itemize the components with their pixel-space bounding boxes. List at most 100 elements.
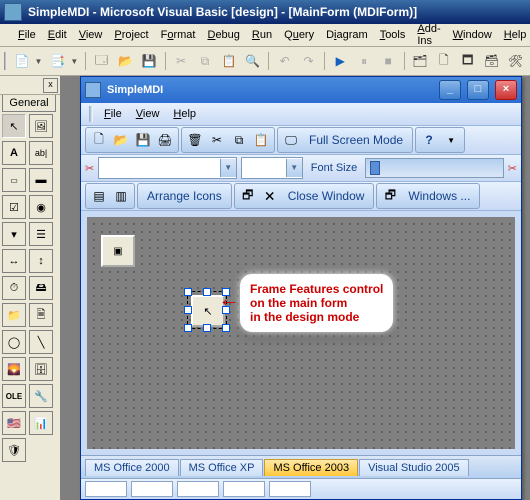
toolbox-button[interactable]: 🛠 [505,49,526,73]
start-button[interactable]: ▶ [330,49,351,73]
menu-editor-button[interactable]: 🗔 [91,49,112,73]
custom-tool-2[interactable]: 🇺🇸 [2,411,26,435]
save-button[interactable]: 💾 [139,49,160,73]
end-button[interactable]: ■ [378,49,399,73]
dropdown-icon[interactable]: ▼ [70,57,78,66]
toolbox-general-tab[interactable]: General [2,95,56,112]
commandbutton-tool[interactable]: ▬ [29,168,53,192]
tab-office2003[interactable]: MS Office 2003 [264,459,358,476]
timer-tool[interactable]: ⏱ [2,276,26,300]
menu-format[interactable]: Format [155,27,202,43]
copy-button[interactable]: ⧉ [195,49,216,73]
resize-handle-s[interactable] [203,324,211,332]
listbox-tool[interactable]: ☰ [29,222,53,246]
break-button[interactable]: ⏸ [354,49,375,73]
find-button[interactable]: 🔍 [242,49,263,73]
menu-tools[interactable]: Tools [374,27,412,43]
minimize-button[interactable]: _ [439,80,461,100]
child-menu-view[interactable]: View [129,106,167,122]
slider-thumb[interactable] [370,161,380,175]
label-tool[interactable]: A [2,141,26,165]
menu-debug[interactable]: Debug [201,27,245,43]
tab-vs2005[interactable]: Visual Studio 2005 [359,459,469,476]
menu-project[interactable]: Project [108,27,154,43]
textbox-tool[interactable]: ab| [29,141,53,165]
custom-tool-4[interactable]: 🛡 [2,438,26,462]
optionbutton-tool[interactable]: ◉ [29,195,53,219]
cut-button-2[interactable]: ✂ [85,162,94,175]
print-button[interactable]: 🖨 [155,130,175,150]
pointer-tool[interactable]: ↖ [2,114,26,138]
menu-query[interactable]: Query [278,27,320,43]
menu-addins[interactable]: Add-Ins [411,21,446,49]
shape-tool[interactable]: ◯ [2,330,26,354]
picturebox-tool[interactable]: 🖼 [29,114,53,138]
dropdown-icon[interactable]: ▼ [286,159,302,177]
menu-window[interactable]: Window [447,27,498,43]
ole-tool[interactable]: OLE [2,384,26,408]
placed-control-1[interactable]: ▣ [101,235,135,267]
resize-handle-sw[interactable] [184,324,192,332]
menu-view[interactable]: View [73,27,109,43]
add-item-button[interactable]: 📑 [47,49,68,73]
child-menu-help[interactable]: Help [166,106,203,122]
dropdown-icon[interactable]: ▼ [220,159,236,177]
windows-button[interactable]: Windows ... [402,186,476,206]
filelistbox-tool[interactable]: 🗎 [29,303,53,327]
custom-tool-1[interactable]: 🔧 [29,384,53,408]
open-button[interactable]: 📂 [111,130,131,150]
grip-icon[interactable] [89,106,93,122]
maximize-button[interactable]: □ [467,80,489,100]
resize-handle-nw[interactable] [184,288,192,296]
close-doc-button[interactable]: 🗑 [185,130,205,150]
custom-tool-3[interactable]: 📊 [29,411,53,435]
checkbox-tool[interactable]: ☑ [2,195,26,219]
dropdown-icon[interactable]: ▼ [34,57,42,66]
project-explorer-button[interactable]: 🗂 [409,49,430,73]
properties-button[interactable]: 🗋 [433,49,454,73]
paste-button[interactable]: 📋 [218,49,239,73]
open-button[interactable]: 📂 [115,49,136,73]
arrange-icons-button[interactable]: Arrange Icons [141,186,228,206]
tile-h-button[interactable]: ▤ [89,186,109,206]
resize-handle-se[interactable] [222,324,230,332]
frame-tool[interactable]: ▭ [2,168,26,192]
object-browser-button[interactable]: 🗃 [481,49,502,73]
fullscreen-button[interactable]: Full Screen Mode [303,130,409,150]
child-menu-file[interactable]: File [97,106,129,122]
undo-button[interactable]: ↶ [274,49,295,73]
close-button[interactable]: × [495,80,517,100]
tab-office2000[interactable]: MS Office 2000 [85,459,179,476]
toolbox-close-button[interactable]: x [43,78,58,93]
menu-file[interactable]: File [12,27,42,43]
font-size-combo[interactable]: ▼ [241,157,303,179]
help-button[interactable]: ? [419,130,439,150]
help-dropdown[interactable]: ▼ [441,130,461,150]
image-tool[interactable]: 🌄 [2,357,26,381]
font-size-slider[interactable] [365,158,504,178]
line-tool[interactable]: ╲ [29,330,53,354]
tile-v-button[interactable]: ▥ [111,186,131,206]
resize-handle-w[interactable] [184,306,192,314]
cut-button[interactable]: ✂ [207,130,227,150]
child-titlebar[interactable]: SimpleMDI _ □ × [81,77,521,103]
resize-handle-n[interactable] [203,288,211,296]
dirlistbox-tool[interactable]: 📁 [2,303,26,327]
close-window-button[interactable]: Close Window [282,186,371,206]
new-button[interactable]: 🗋 [89,130,109,150]
menu-edit[interactable]: Edit [42,27,73,43]
cascade-button[interactable]: 🗗 [238,186,258,206]
vscrollbar-tool[interactable]: ↕ [29,249,53,273]
tab-officexp[interactable]: MS Office XP [180,459,264,476]
cut-button-3[interactable]: ✂ [508,162,517,175]
data-tool[interactable]: 🗄 [29,357,53,381]
form-layout-button[interactable]: 🗖 [457,49,478,73]
copy-button[interactable]: ⧉ [229,130,249,150]
drivelistbox-tool[interactable]: 🖴 [29,276,53,300]
paste-button[interactable]: 📋 [251,130,271,150]
font-name-combo[interactable]: ▼ [98,157,237,179]
save-button[interactable]: 💾 [133,130,153,150]
combobox-tool[interactable]: ▾ [2,222,26,246]
cut-button[interactable]: ✂ [171,49,192,73]
add-project-button[interactable]: 📄 [12,49,33,73]
